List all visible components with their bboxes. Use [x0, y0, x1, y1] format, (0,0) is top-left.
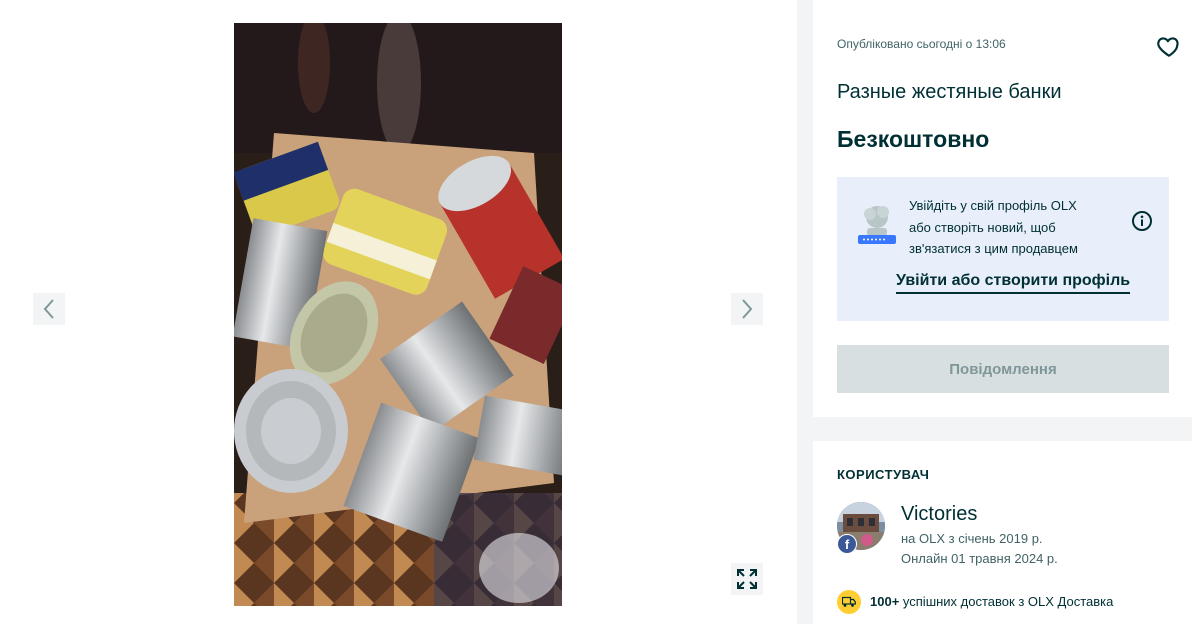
avatar-wrap: f	[837, 502, 887, 554]
seller-name[interactable]: Victories	[901, 503, 977, 526]
chevron-right-icon	[742, 299, 753, 319]
facebook-icon: f	[837, 534, 857, 554]
ad-title: Разные жестяные банки	[837, 81, 1062, 103]
next-photo-button[interactable]	[731, 293, 763, 325]
fullscreen-button[interactable]	[731, 563, 763, 595]
ad-price: Безкоштовно	[837, 126, 990, 152]
ad-info-card: Опубліковано сьогодні о 13:06 Разные жес…	[813, 0, 1192, 417]
chevron-left-icon	[43, 299, 54, 319]
prev-photo-button[interactable]	[33, 293, 65, 325]
delivery-stats: 100+ успішних доставок з OLX Доставка	[870, 594, 1114, 609]
login-prompt: Увійдіть у свій профіль OLX або створіть…	[837, 177, 1169, 321]
login-link[interactable]: Увійти або створити профіль	[896, 272, 1131, 294]
favorite-button[interactable]	[1156, 33, 1182, 59]
info-icon[interactable]	[1131, 210, 1153, 232]
seller-heading: КОРИСТУВАЧ	[837, 467, 930, 482]
login-prompt-text: Увійдіть у свій профіль OLX або створіть…	[909, 198, 1078, 256]
seller-card: КОРИСТУВАЧ f Victories на OLX з січень 2…	[813, 441, 1192, 624]
listing-photo[interactable]	[234, 23, 562, 606]
seller-member-since: на OLX з січень 2019 р.	[901, 531, 1043, 546]
photo-gallery	[0, 0, 797, 624]
delivery-truck-icon	[837, 590, 861, 614]
user-lock-icon	[858, 206, 896, 244]
seller-last-online: Онлайн 01 травня 2024 р.	[901, 551, 1058, 566]
heart-icon	[1157, 37, 1179, 57]
message-button[interactable]: Повідомлення	[837, 345, 1169, 393]
published-date: Опубліковано сьогодні о 13:06	[837, 37, 1006, 51]
expand-icon	[737, 569, 757, 589]
